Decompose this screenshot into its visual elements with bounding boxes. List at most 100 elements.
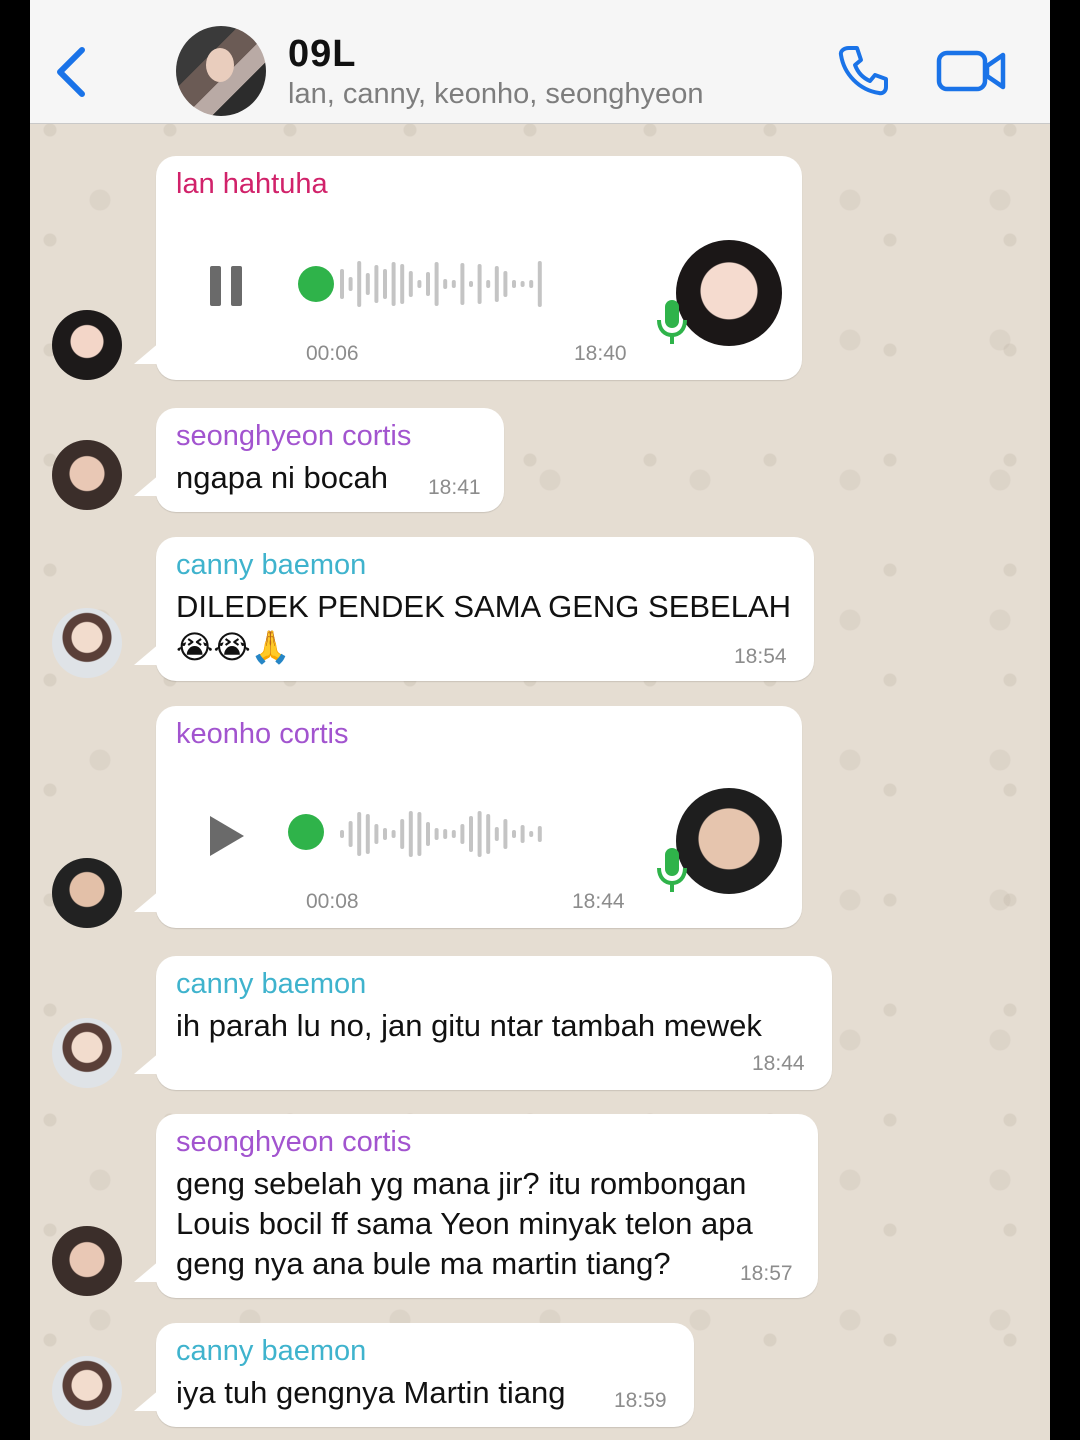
sender-avatar[interactable] — [52, 1356, 122, 1426]
waveform-bar — [512, 280, 516, 288]
sender-name[interactable]: keonho cortis — [176, 718, 349, 751]
waveform-bar — [365, 273, 370, 295]
microphone-icon — [657, 300, 687, 344]
waveform-bar — [357, 812, 362, 856]
text-message: canny baemon iya tuh gengnya Martin tian… — [134, 1323, 694, 1427]
chat-header: 09L lan, canny, keonho, seonghyeon — [30, 0, 1050, 124]
message-text: ih parah lu no, jan gitu ntar tambah mew… — [176, 1008, 762, 1043]
chat-members[interactable]: lan, canny, keonho, seonghyeon — [288, 78, 703, 111]
waveform-bar — [529, 280, 534, 288]
waveform-bar — [460, 263, 465, 305]
text-message: canny baemon ih parah lu no, jan gitu nt… — [134, 956, 832, 1090]
sender-name[interactable]: seonghyeon cortis — [176, 420, 411, 453]
microphone-icon — [657, 848, 687, 892]
waveform-bar — [357, 261, 362, 307]
voice-duration: 00:06 — [306, 342, 359, 365]
text-message: seonghyeon cortis geng sebelah yg mana j… — [134, 1114, 818, 1298]
phone-icon[interactable] — [835, 42, 891, 98]
message-time: 18:41 — [428, 476, 481, 499]
waveform-bar — [348, 277, 353, 291]
message-text: iya tuh gengnya Martin tiang — [176, 1375, 566, 1410]
waveform-bar — [537, 826, 542, 842]
waveform-bar — [348, 821, 353, 847]
voice-message: lan hahtuha 00:06 18:40 — [134, 156, 802, 380]
sender-avatar[interactable] — [52, 608, 122, 678]
waveform-bar — [512, 830, 516, 838]
waveform-bar — [477, 811, 482, 857]
playback-scrubber[interactable] — [298, 266, 334, 302]
waveform-bar — [374, 824, 379, 844]
waveform-bar — [340, 269, 344, 299]
waveform-bar — [486, 280, 491, 288]
waveform-bar — [417, 280, 422, 288]
sender-name[interactable]: seonghyeon cortis — [176, 1126, 411, 1159]
sender-name[interactable]: canny baemon — [176, 549, 366, 582]
message-time: 18:44 — [752, 1052, 805, 1075]
waveform-bar — [400, 264, 405, 304]
play-icon[interactable] — [208, 814, 244, 858]
waveform-bar — [494, 266, 499, 302]
waveform-bar — [383, 269, 387, 299]
sender-avatar[interactable] — [52, 440, 122, 510]
text-message: canny baemon DILEDEK PENDEK SAMA GENG SE… — [134, 537, 814, 681]
pause-icon[interactable] — [208, 264, 244, 308]
sender-avatar[interactable] — [52, 310, 122, 380]
waveform-bar — [365, 814, 370, 854]
waveform-bar — [486, 814, 491, 854]
waveform-bar — [451, 830, 456, 838]
waveform-bar — [417, 812, 422, 856]
message-text-line: geng sebelah yg mana jir? itu rombongan — [176, 1166, 747, 1201]
playback-scrubber[interactable] — [288, 814, 324, 850]
waveform-bar — [443, 279, 448, 289]
waveform-bar — [494, 827, 499, 841]
chevron-left-icon[interactable] — [52, 44, 92, 100]
waveform-bar — [503, 271, 508, 297]
message-time: 18:59 — [614, 1389, 667, 1412]
waveform-bar — [460, 824, 465, 844]
message-time: 18:54 — [734, 645, 787, 668]
voice-sender-photo — [676, 788, 782, 894]
waveform-bar — [520, 281, 525, 287]
text-message: seonghyeon cortis ngapa ni bocah 18:41 — [134, 408, 504, 512]
message-time: 18:40 — [574, 342, 627, 365]
waveform-bar — [469, 816, 473, 852]
message-time: 18:44 — [572, 890, 625, 913]
waveform-bar — [391, 262, 396, 306]
waveform-bar — [434, 828, 439, 840]
waveform-bar — [408, 811, 413, 857]
waveform-bar — [443, 829, 448, 839]
sender-name[interactable]: canny baemon — [176, 1335, 366, 1368]
waveform-bar — [520, 825, 525, 843]
waveform-bar — [340, 830, 344, 838]
message-emoji: 😭😭🙏 — [176, 629, 291, 665]
chat-title[interactable]: 09L — [288, 33, 356, 76]
message-time: 18:57 — [740, 1262, 793, 1285]
voice-duration: 00:08 — [306, 890, 359, 913]
sender-avatar[interactable] — [52, 1018, 122, 1088]
waveform-bar — [477, 264, 482, 304]
waveform-bar — [537, 261, 542, 307]
sender-avatar[interactable] — [52, 858, 122, 928]
video-camera-icon[interactable] — [936, 48, 1006, 94]
waveform[interactable] — [296, 806, 616, 862]
waveform-bar — [451, 280, 456, 288]
waveform[interactable] — [296, 256, 616, 312]
sender-name[interactable]: canny baemon — [176, 968, 366, 1001]
message-text-line: Louis bocil ff sama Yeon minyak telon ap… — [176, 1206, 753, 1241]
voice-message: keonho cortis 00:08 18:44 — [134, 706, 802, 928]
waveform-bar — [503, 819, 508, 849]
waveform-bar — [426, 822, 430, 846]
group-avatar[interactable] — [176, 26, 266, 116]
waveform-bar — [426, 272, 430, 296]
waveform-bar — [529, 831, 534, 837]
sender-avatar[interactable] — [52, 1226, 122, 1296]
waveform-bar — [374, 265, 379, 303]
waveform-bar — [434, 262, 439, 306]
chat-screen: 09L lan, canny, keonho, seonghyeon lan h… — [30, 0, 1050, 1440]
message-text: ngapa ni bocah — [176, 460, 389, 495]
message-text: DILEDEK PENDEK SAMA GENG SEBELAH — [176, 589, 792, 624]
voice-sender-photo — [676, 240, 782, 346]
sender-name[interactable]: lan hahtuha — [176, 168, 328, 201]
waveform-bar — [469, 281, 473, 287]
message-text-line: geng nya ana bule ma martin tiang? — [176, 1246, 671, 1281]
